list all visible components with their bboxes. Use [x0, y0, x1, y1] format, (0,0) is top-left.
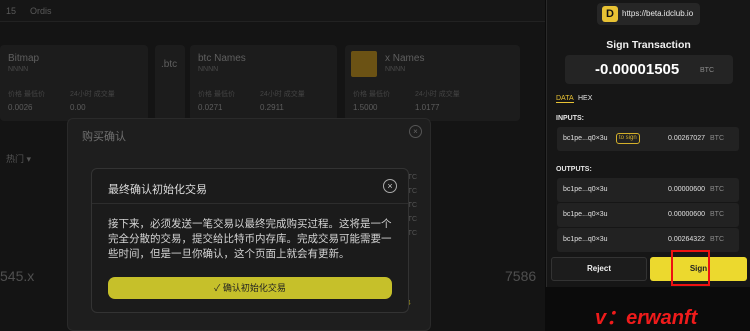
highlight-annotation-box	[671, 250, 710, 286]
watermark-text: v：erwanft	[595, 307, 698, 329]
init-transaction-modal: 最终确认初始化交易 × 接下来，必须发送一笔交易以最终完成购买过程。这将是一个完…	[91, 168, 409, 313]
card-stat: 价格 最低价	[198, 91, 235, 98]
reject-button[interactable]: Reject	[551, 257, 647, 281]
tab-hex[interactable]: HEX	[578, 95, 592, 102]
card-value: 1.5000	[353, 103, 378, 112]
card-stat: 24小时 成交量	[70, 91, 115, 98]
amount-unit: BTC	[700, 67, 714, 74]
site-url-pill: D https://beta.idclub.io	[597, 3, 700, 25]
output-unit: BTC	[710, 236, 724, 243]
outputs-label: OUTPUTS:	[556, 166, 592, 173]
background-big-number: 545.x	[0, 268, 35, 284]
card-value: 0.0026	[8, 103, 33, 112]
output-value: 0.00000600	[668, 211, 705, 218]
card-stat: 24小时 成交量	[415, 91, 460, 98]
inputs-label: INPUTS:	[556, 115, 584, 122]
card-value: 0.00	[70, 103, 86, 112]
background-big-number: 7586	[505, 268, 537, 284]
output-value: 0.00000600	[668, 186, 705, 193]
card-name: btc Names	[198, 53, 246, 64]
output-unit: BTC	[710, 186, 724, 193]
card-stat: 价格 最低价	[8, 91, 45, 98]
topbar-tab[interactable]: Ordis	[30, 6, 52, 16]
output-row: bc1pe...q0×3u 0.00264322 BTC	[557, 228, 739, 252]
amount-value: -0.00001505	[595, 61, 680, 78]
background-topbar: 15 Ordis	[0, 0, 545, 22]
topbar-tab[interactable]: 15	[6, 6, 16, 16]
btc-tile: .btc	[155, 45, 185, 121]
card-value: 0.2911	[260, 103, 284, 112]
card-name: Bitmap	[8, 53, 40, 64]
collection-thumbnail	[351, 51, 377, 77]
card-name: x Names	[385, 53, 425, 64]
card-sub: NNNN	[385, 66, 406, 73]
init-modal-title: 最终确认初始化交易	[108, 184, 207, 196]
btc-tile-label: .btc	[161, 59, 178, 70]
site-url: https://beta.idclub.io	[622, 9, 694, 18]
confirm-init-button[interactable]: ✓ 确认初始化交易	[108, 277, 392, 299]
collection-card[interactable]: Bitmap NNNN 价格 最低价 24小时 成交量 0.0026 0.00	[0, 45, 148, 121]
output-address: bc1pe...q0×3u	[563, 211, 608, 218]
input-row: bc1pe...q0×3u to sign 0.00267027 BTC	[557, 127, 739, 151]
input-address: bc1pe...q0×3u	[563, 135, 608, 142]
site-logo-icon: D	[602, 6, 618, 22]
init-modal-body: 接下来，必须发送一笔交易以最终完成购买过程。这将是一个完全分散的交易，提交给比特…	[108, 218, 392, 260]
card-sub: NNNN	[8, 66, 29, 73]
output-address: bc1pe...q0×3u	[563, 236, 608, 243]
output-address: bc1pe...q0×3u	[563, 186, 608, 193]
wallet-popup: D https://beta.idclub.io Sign Transactio…	[546, 0, 750, 287]
to-sign-badge: to sign	[616, 133, 640, 144]
sign-title: Sign Transaction	[606, 39, 691, 51]
output-row: bc1pe...q0×3u 0.00000600 BTC	[557, 178, 739, 202]
purchase-modal-title: 购买确认	[82, 131, 126, 143]
input-value: 0.00267027	[668, 135, 705, 142]
input-unit: BTC	[710, 135, 724, 142]
filter-dropdown[interactable]: 热门 ▾	[6, 152, 31, 165]
card-sub: NNNN	[198, 66, 219, 73]
card-value: 1.0177	[415, 103, 440, 112]
close-icon[interactable]: ×	[409, 125, 422, 138]
card-stat: 24小时 成交量	[260, 91, 305, 98]
card-value: 0.0271	[198, 103, 223, 112]
card-stat: 价格 最低价	[353, 91, 390, 98]
collection-card[interactable]: btc Names NNNN 价格 最低价 24小时 成交量 0.0271 0.…	[190, 45, 337, 121]
amount-box: -0.00001505 BTC	[565, 55, 733, 84]
tab-data[interactable]: DATA	[556, 95, 574, 103]
output-value: 0.00264322	[668, 236, 705, 243]
close-icon[interactable]: ×	[383, 179, 397, 193]
output-row: bc1pe...q0×3u 0.00000600 BTC	[557, 203, 739, 227]
divider	[92, 203, 408, 204]
collection-card[interactable]: x Names NNNN 价格 最低价 24小时 成交量 1.5000 1.01…	[345, 45, 520, 121]
output-unit: BTC	[710, 211, 724, 218]
